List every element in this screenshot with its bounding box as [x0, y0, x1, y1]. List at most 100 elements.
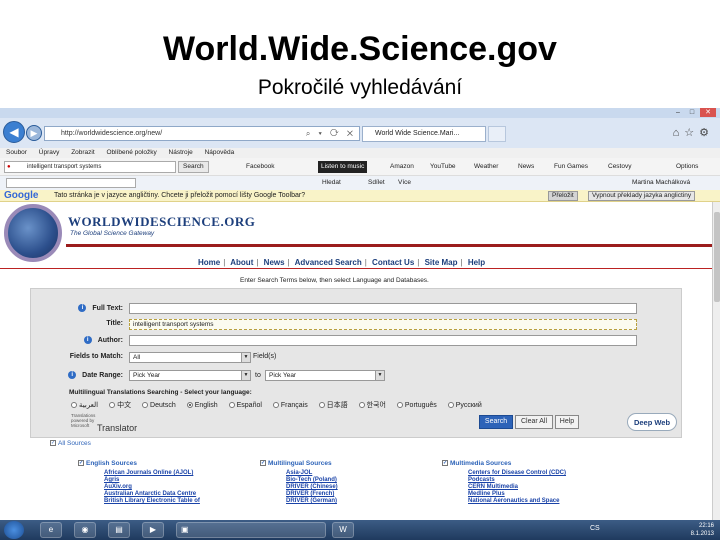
language-option-japanese[interactable]: 日本語 [318, 402, 348, 409]
toolbar-cestovy[interactable]: Cestovy [608, 161, 631, 173]
info-icon[interactable]: i [78, 304, 87, 312]
site-logo[interactable]: WORLDWIDESCIENCE.ORG [68, 214, 255, 230]
close-icon[interactable]: ✕ [700, 108, 716, 117]
nav-site-map[interactable]: Site Map [425, 258, 458, 267]
chevron-down-icon: ▼ [241, 353, 250, 362]
active-window-icon[interactable]: ▣ [176, 522, 326, 538]
date-to-select[interactable]: Pick Year ▼ [265, 370, 385, 381]
author-input[interactable] [129, 335, 637, 346]
source-item[interactable]: Medline Plus [468, 491, 566, 498]
source-item[interactable]: National Aeronautics and Space [468, 498, 566, 505]
advanced-search-form: i Full Text: Title: intelligent transport… [30, 288, 682, 438]
help-button[interactable]: Help [555, 415, 579, 429]
toolbar-listen-music[interactable]: Listen to music [318, 161, 368, 173]
source-item[interactable]: DRIVER (French) [286, 491, 338, 498]
source-item[interactable]: CERN Multimedia [468, 484, 566, 491]
menu-view[interactable]: Zobrazit [71, 149, 94, 156]
info-icon[interactable]: i [68, 371, 77, 379]
disable-translate-button[interactable]: Vypnout překlady jazyka anglictiny [588, 191, 696, 201]
media-player-icon[interactable]: ▶ [142, 522, 164, 538]
menu-edit[interactable]: Úpravy [39, 149, 60, 156]
language-option-russian[interactable]: Русский [447, 402, 482, 409]
source-item[interactable]: Centers for Disease Control (CDC) [468, 470, 566, 477]
maximize-icon[interactable]: □ [686, 108, 698, 117]
source-item[interactable]: AuXiv.org [104, 484, 200, 491]
language-option-chinese[interactable]: 中文 [109, 402, 131, 409]
address-bar[interactable]: http://worldwidescience.org/new/ ⌕ ▾ ⟳ ✕ [44, 126, 360, 141]
nav-home[interactable]: Home [198, 258, 220, 267]
google-toolbar-search[interactable]: Hledat [322, 176, 341, 190]
word-icon[interactable]: W [332, 522, 354, 538]
nav-contact-us[interactable]: Contact Us [372, 258, 414, 267]
chrome-icon[interactable]: ◉ [74, 522, 96, 538]
browser-tab-active[interactable]: World Wide Science.Mari... [362, 126, 486, 142]
toolbar-facebook[interactable]: Facebook [246, 161, 275, 173]
folder-icon[interactable]: ▤ [108, 522, 130, 538]
toolbar-news[interactable]: News [518, 161, 534, 173]
new-tab-button[interactable] [488, 126, 506, 142]
toolbar-fun-games[interactable]: Fun Games [554, 161, 588, 173]
fields-to-match-label: Fields to Match: [69, 353, 123, 360]
source-item[interactable]: Asia-JOL [286, 470, 338, 477]
fields-to-match-select[interactable]: All ▼ [129, 352, 251, 363]
refresh-icon[interactable]: ⌕ ▾ ⟳ ✕ [306, 127, 356, 140]
english-sources-header[interactable]: ✓ English Sources [78, 460, 137, 467]
menu-favorites[interactable]: Oblíbené položky [106, 149, 156, 156]
full-text-input[interactable] [129, 303, 637, 314]
multimedia-sources-header[interactable]: ✓ Multimedia Sources [442, 460, 511, 467]
source-item[interactable]: Podcasts [468, 477, 566, 484]
source-item[interactable]: DRIVER (Chinese) [286, 484, 338, 491]
language-option-english[interactable]: English [186, 402, 218, 409]
translate-button[interactable]: Přeložit [548, 191, 578, 201]
search-instruction: Enter Search Terms below, then select La… [240, 277, 429, 284]
toolbar-search-button[interactable]: Search [178, 161, 209, 173]
source-item[interactable]: British Library Electronic Table of [104, 498, 200, 505]
toolbar-amazon[interactable]: Amazon [390, 161, 414, 173]
back-button[interactable]: ◀ [3, 121, 25, 143]
multimedia-sources-list: Centers for Disease Control (CDC) Podcas… [468, 470, 566, 505]
language-option-arabic[interactable]: العربية [71, 402, 98, 409]
system-clock[interactable]: 22:16 8.1.2013 [691, 522, 714, 538]
language-option-korean[interactable]: 한국어 [358, 402, 386, 409]
clear-all-button[interactable]: Clear All [515, 415, 553, 429]
search-button[interactable]: Search [479, 415, 513, 429]
language-option-spanish[interactable]: Español [228, 402, 262, 409]
language-option-portuguese[interactable]: Português [396, 402, 437, 409]
home-icon[interactable]: ⌂☆⚙ [673, 126, 714, 139]
menu-file[interactable]: Soubor [6, 149, 27, 156]
nav-about[interactable]: About [230, 258, 253, 267]
toolbar-search-input[interactable]: ● intelligent transport systems [4, 161, 176, 173]
forward-button[interactable]: ▶ [26, 125, 42, 141]
title-input[interactable]: intelligent transport systems [129, 319, 637, 330]
source-item[interactable]: Bio-Tech (Poland) [286, 477, 338, 484]
start-button[interactable] [4, 521, 24, 539]
minimize-icon[interactable]: – [672, 108, 684, 117]
nav-help[interactable]: Help [468, 258, 485, 267]
source-item[interactable]: Agris [104, 477, 200, 484]
date-from-select[interactable]: Pick Year ▼ [129, 370, 251, 381]
google-toolbar-search-input[interactable] [6, 178, 136, 188]
menu-tools[interactable]: Nástroje [169, 149, 193, 156]
source-item[interactable]: DRIVER (German) [286, 498, 338, 505]
multilingual-sources-header[interactable]: ✓ Multilingual Sources [260, 460, 332, 467]
google-toolbar-user[interactable]: Martina Machálková [632, 176, 690, 190]
toolbar-weather[interactable]: Weather [474, 161, 498, 173]
source-item[interactable]: African Journals Online (AJOL) [104, 470, 200, 477]
language-option-german[interactable]: Deutsch [142, 402, 176, 409]
explorer-icon[interactable]: e [40, 522, 62, 538]
google-toolbar-share[interactable]: Sdílet [368, 176, 385, 190]
toolbar-options[interactable]: Options [676, 161, 698, 173]
info-icon[interactable]: i [83, 336, 92, 344]
scrollbar-thumb[interactable] [714, 212, 720, 302]
input-language[interactable]: CS [590, 525, 600, 532]
language-option-french[interactable]: Français [272, 402, 308, 409]
source-item[interactable]: Australian Antarctic Data Centre [104, 491, 200, 498]
page-scrollbar[interactable] [712, 202, 720, 520]
nav-advanced-search[interactable]: Advanced Search [295, 258, 362, 267]
menu-help[interactable]: Nápověda [205, 149, 235, 156]
nav-news[interactable]: News [264, 258, 285, 267]
all-sources-toggle[interactable]: ✓ All Sources [50, 440, 91, 447]
google-toolbar-more[interactable]: Více [398, 176, 411, 190]
toolbar-youtube[interactable]: YouTube [430, 161, 456, 173]
chevron-down-icon: ▼ [375, 371, 384, 380]
